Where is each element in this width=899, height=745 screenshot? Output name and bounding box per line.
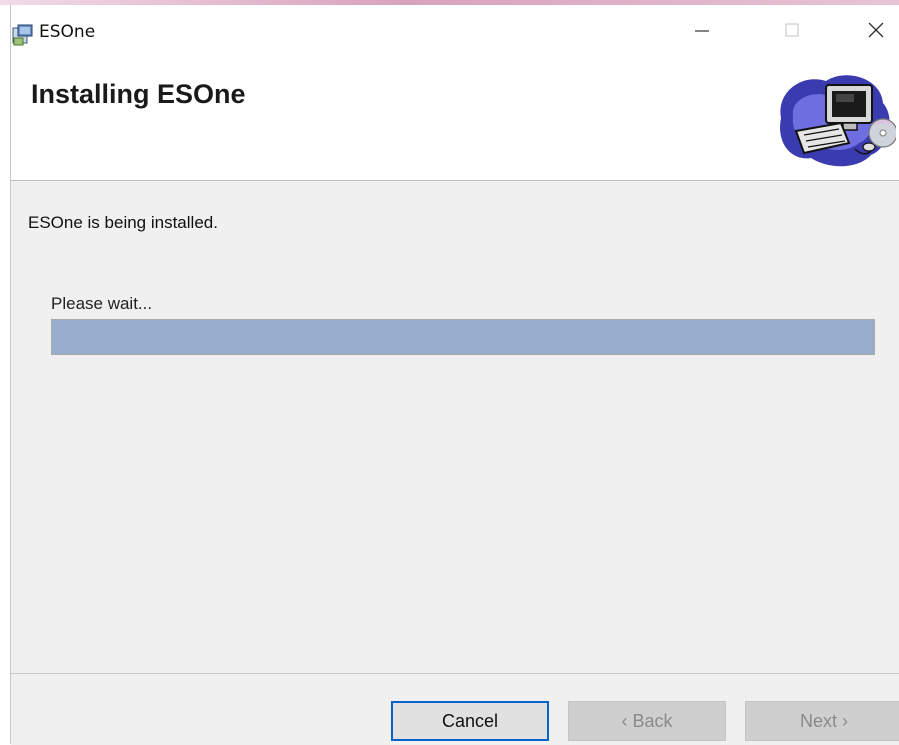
window-title: ESOne	[39, 22, 96, 42]
next-button[interactable]: Next ›	[745, 701, 899, 741]
installer-header: Installing ESOne	[11, 57, 899, 181]
install-progress-panel: ESOne is being installed. Please wait...	[11, 181, 899, 673]
back-button[interactable]: ‹ Back	[568, 701, 726, 741]
minimize-icon	[695, 30, 709, 32]
title-bar[interactable]: ESOne	[11, 5, 899, 57]
close-button[interactable]	[851, 5, 899, 55]
install-status-text: ESOne is being installed.	[28, 213, 218, 232]
install-progress-bar	[51, 319, 875, 355]
please-wait-label: Please wait...	[51, 294, 153, 313]
close-icon	[868, 22, 883, 38]
computer-install-icon	[771, 63, 898, 173]
minimize-button[interactable]	[673, 5, 731, 55]
progress-fill	[52, 320, 874, 354]
page-title: Installing ESOne	[31, 79, 246, 109]
installer-app-icon	[11, 23, 35, 47]
cancel-button[interactable]: Cancel	[391, 701, 549, 741]
maximize-icon	[785, 23, 799, 37]
button-bar: Cancel ‹ Back Next ›	[11, 673, 899, 745]
installer-window: ESOne Installing ESOne ESOne is being in…	[10, 5, 899, 745]
maximize-button[interactable]	[763, 5, 821, 55]
